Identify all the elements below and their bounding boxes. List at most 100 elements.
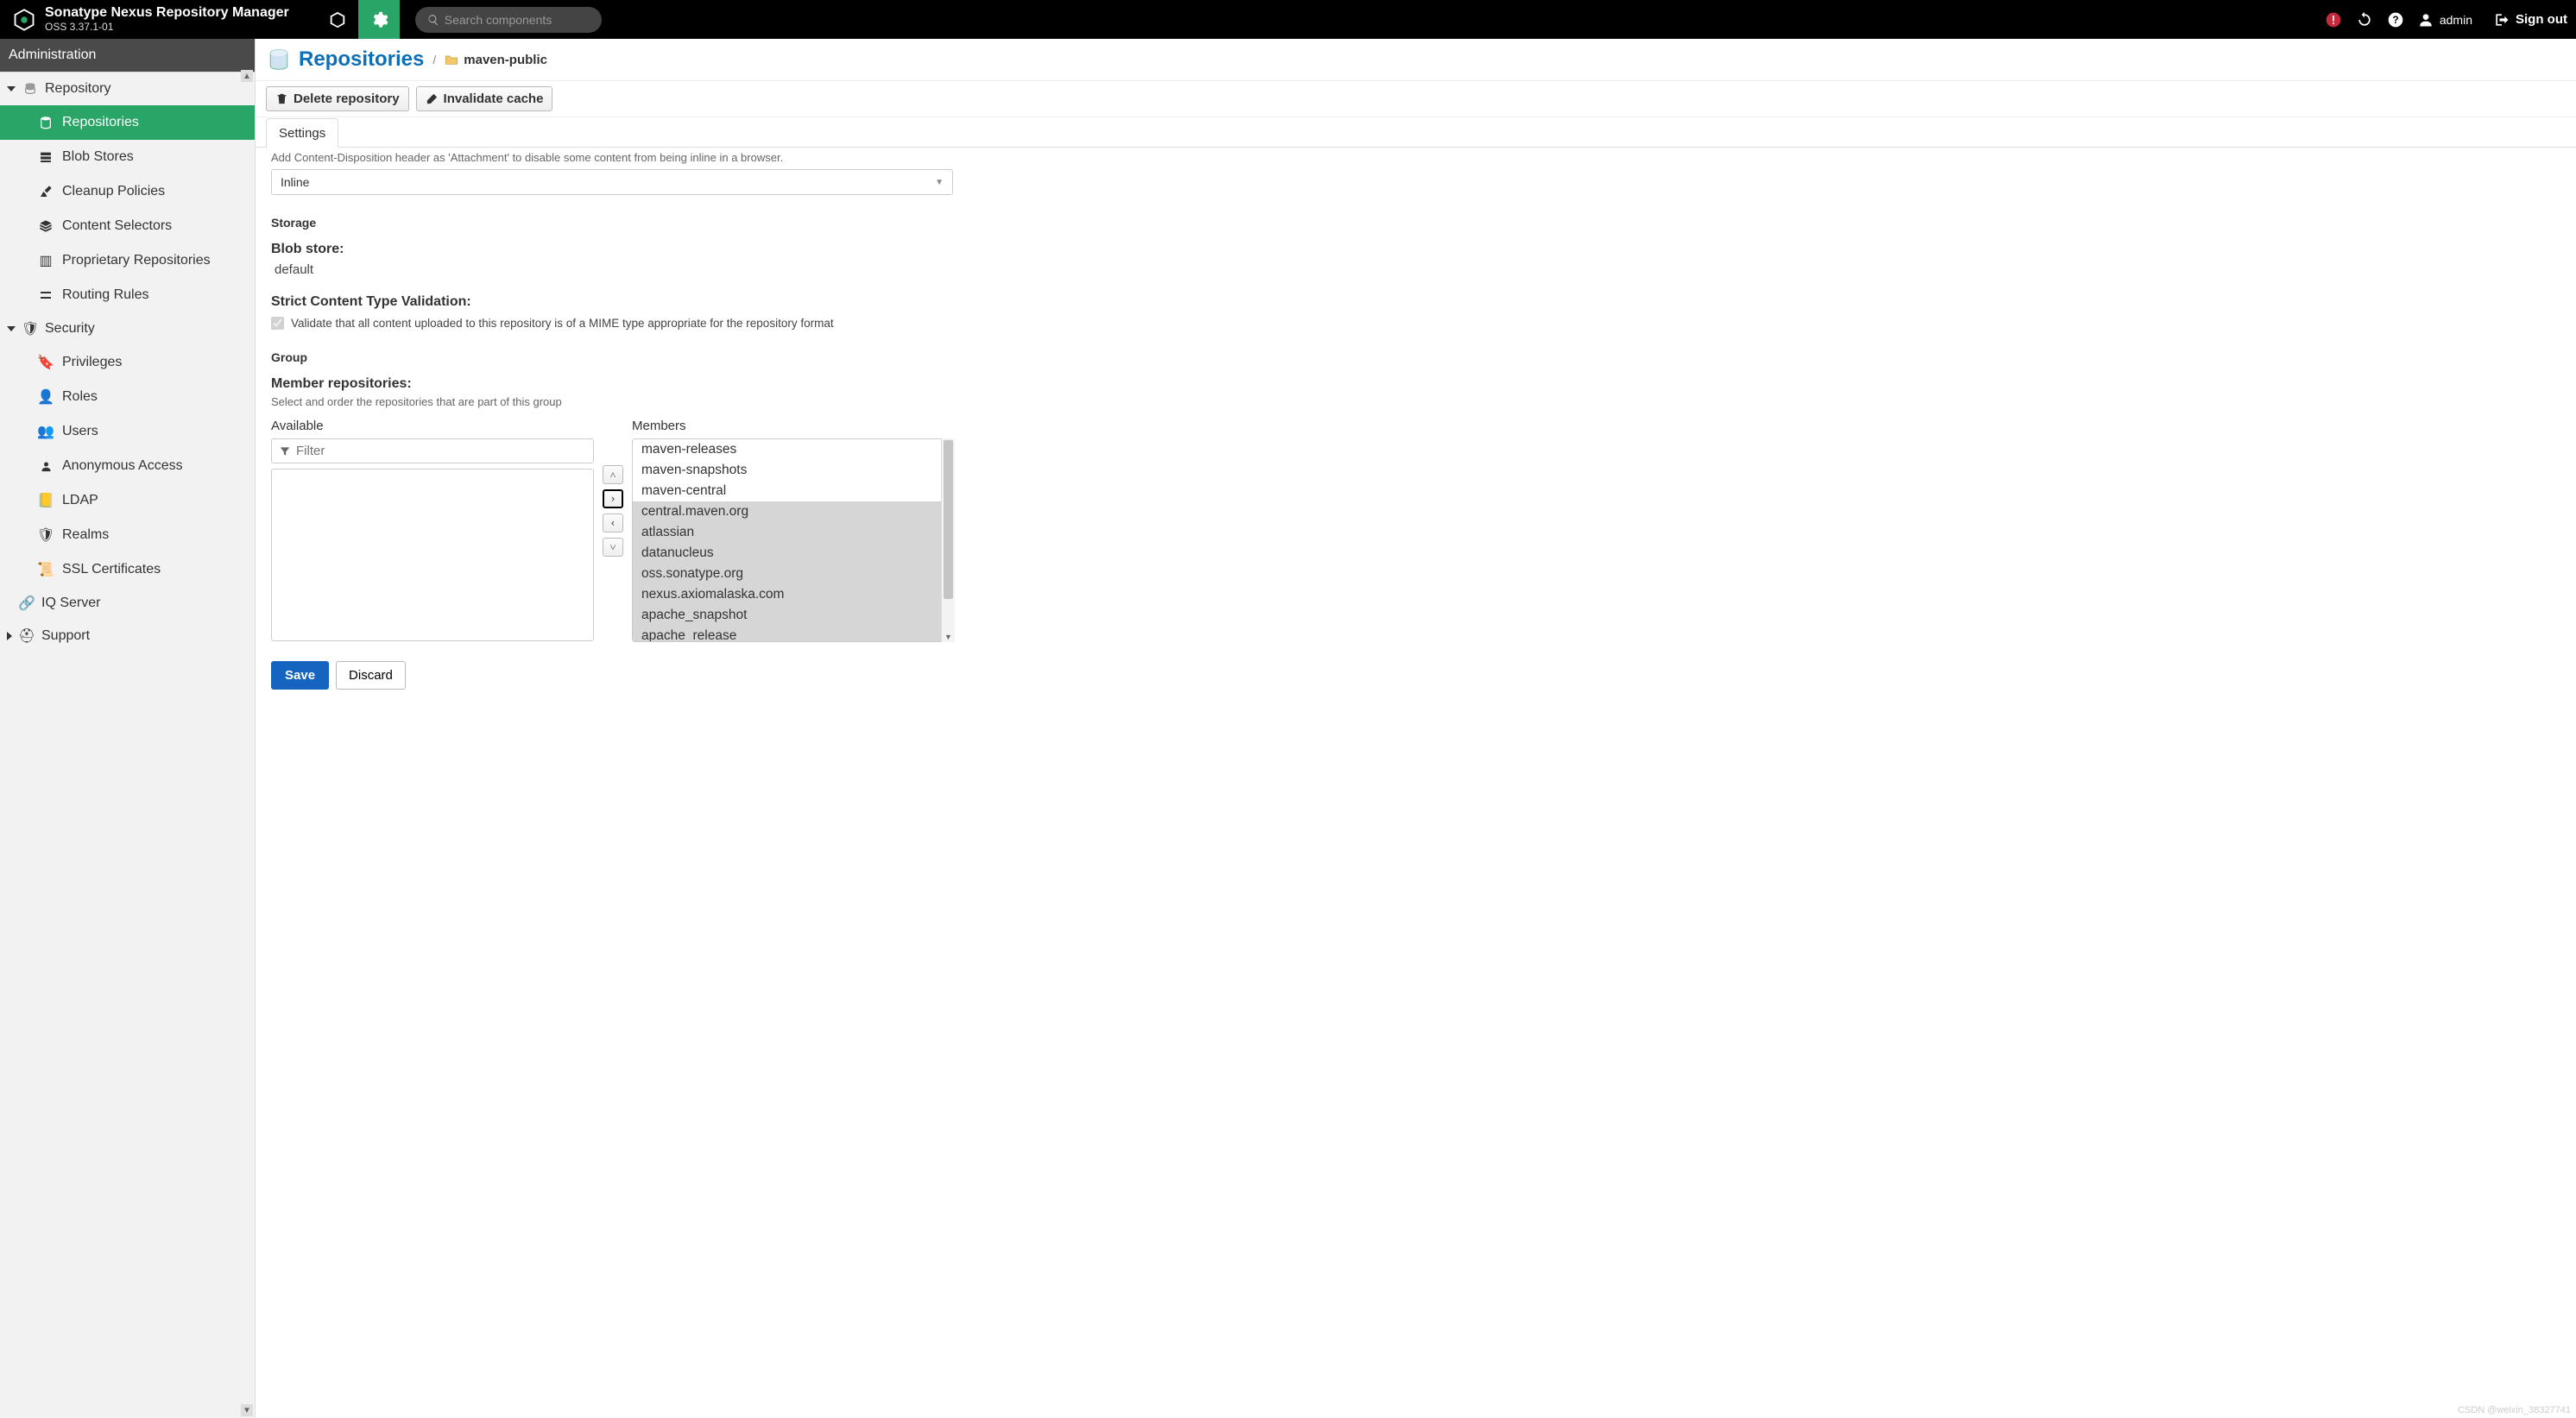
sidebar-item-routing-rules[interactable]: Routing Rules xyxy=(0,278,255,312)
user-icon xyxy=(38,458,54,474)
main-panel: Repositories / maven-public Delete repos… xyxy=(256,39,2576,1418)
sidebar-item-label: Privileges xyxy=(62,355,122,370)
watermark: CSDN @weixin_38327741 xyxy=(2458,1405,2571,1415)
strict-validation-checkbox[interactable] xyxy=(271,317,284,330)
signout-button[interactable]: Sign out xyxy=(2493,11,2567,28)
signout-label: Sign out xyxy=(2516,12,2567,27)
sidebar-item-anonymous[interactable]: Anonymous Access xyxy=(0,449,255,483)
members-list-item[interactable]: maven-snapshots xyxy=(633,460,954,481)
sidebar-item-label: Blob Stores xyxy=(62,149,134,165)
book-icon: 📒 xyxy=(38,493,54,508)
caret-down-icon xyxy=(7,86,16,91)
remove-from-members-button[interactable]: ‹ xyxy=(603,514,623,533)
members-list-item[interactable]: maven-central xyxy=(633,481,954,501)
people-icon: 👥 xyxy=(38,424,54,439)
sidebar-item-privileges[interactable]: 🔖 Privileges xyxy=(0,345,255,380)
sidebar-item-content-selectors[interactable]: Content Selectors xyxy=(0,209,255,243)
sidebar-item-label: Cleanup Policies xyxy=(62,184,165,199)
invalidate-cache-button[interactable]: Invalidate cache xyxy=(416,86,553,111)
members-list-item[interactable]: atlassian xyxy=(633,522,954,543)
iq-icon: 🔗 xyxy=(19,596,35,611)
move-up-button[interactable]: ˄ xyxy=(603,465,623,484)
search-box[interactable] xyxy=(415,7,602,33)
available-filter[interactable] xyxy=(271,438,594,463)
sidebar-item-label: Content Selectors xyxy=(62,218,172,234)
sidebar-scroll-up[interactable]: ▲ xyxy=(241,70,253,82)
breadcrumb-root[interactable]: Repositories xyxy=(299,47,424,72)
sidebar-item-label: IQ Server xyxy=(41,596,100,611)
database-icon xyxy=(38,115,54,130)
section-group: Group xyxy=(271,350,2560,364)
sidebar-scroll-down[interactable]: ▼ xyxy=(241,1404,253,1416)
sidebar-title: Administration xyxy=(0,39,255,72)
svg-text:?: ? xyxy=(2392,15,2398,26)
members-list-item[interactable]: datanucleus xyxy=(633,543,954,564)
move-down-button[interactable]: ˅ xyxy=(603,538,623,557)
database-icon xyxy=(268,48,290,71)
sidebar-item-ldap[interactable]: 📒LDAP xyxy=(0,483,255,518)
members-list-item[interactable]: apache_snapshot xyxy=(633,605,954,626)
member-repos-help: Select and order the repositories that a… xyxy=(271,395,2560,408)
members-list-item[interactable]: oss.sonatype.org xyxy=(633,564,954,584)
breadcrumb: Repositories / maven-public xyxy=(256,39,2576,81)
content-disposition-select[interactable]: Inline ▼ xyxy=(271,169,953,195)
sidebar-item-cleanup-policies[interactable]: Cleanup Policies xyxy=(0,174,255,209)
available-list[interactable] xyxy=(271,469,594,641)
sidebar-group-label: Repository xyxy=(45,81,110,97)
sidebar-item-repositories[interactable]: Repositories xyxy=(0,105,255,140)
strict-validation-help: Validate that all content uploaded to th… xyxy=(291,317,834,330)
admin-sidebar: Administration ▲ Repository Repositories… xyxy=(0,39,256,1418)
broom-icon xyxy=(38,184,54,199)
user-menu[interactable]: admin xyxy=(2417,11,2472,28)
search-input[interactable] xyxy=(445,13,583,27)
chevron-down-icon: ▼ xyxy=(935,178,944,187)
members-list-item[interactable]: nexus.axiomalaska.com xyxy=(633,584,954,605)
trash-icon xyxy=(275,92,288,105)
add-to-members-button[interactable]: › xyxy=(603,489,623,508)
sidebar-item-label: Realms xyxy=(62,527,109,543)
sidebar-item-blob-stores[interactable]: Blob Stores xyxy=(0,140,255,174)
layers-icon xyxy=(38,218,54,234)
admin-mode-button[interactable] xyxy=(358,0,400,39)
server-icon xyxy=(38,149,54,165)
available-title: Available xyxy=(271,419,594,433)
sidebar-group-label: Support xyxy=(41,628,90,644)
sidebar-group-repository[interactable]: Repository xyxy=(0,72,255,105)
help-button[interactable]: ? xyxy=(2386,10,2405,29)
breadcrumb-current: maven-public xyxy=(445,53,547,67)
member-repos-picker: Available ˄ › ‹ ˅ Members maven- xyxy=(271,419,955,642)
sidebar-item-users[interactable]: 👥Users xyxy=(0,414,255,449)
delete-repository-button[interactable]: Delete repository xyxy=(266,86,409,111)
members-list[interactable]: maven-releasesmaven-snapshotsmaven-centr… xyxy=(632,438,955,642)
lifebuoy-icon: ⛑ xyxy=(19,628,35,644)
tab-settings[interactable]: Settings xyxy=(266,118,338,148)
available-filter-input[interactable] xyxy=(296,444,586,458)
filter-icon xyxy=(279,445,291,457)
members-scrollbar[interactable]: ▼ xyxy=(941,438,955,642)
blocks-icon: ▥ xyxy=(38,253,54,268)
brand-block: Sonatype Nexus Repository Manager OSS 3.… xyxy=(45,5,289,33)
discard-button[interactable]: Discard xyxy=(336,661,406,690)
save-button[interactable]: Save xyxy=(271,661,329,690)
sidebar-item-ssl[interactable]: 📜SSL Certificates xyxy=(0,552,255,587)
health-alert-button[interactable] xyxy=(2324,10,2343,29)
alert-circle-icon xyxy=(2325,11,2342,28)
brand-version: OSS 3.37.1-01 xyxy=(45,22,289,34)
sidebar-item-iq-server[interactable]: 🔗 IQ Server xyxy=(0,587,255,620)
members-list-item[interactable]: central.maven.org xyxy=(633,501,954,522)
sidebar-group-security[interactable]: 🛡 Security xyxy=(0,312,255,345)
refresh-icon xyxy=(2356,11,2373,28)
members-list-item[interactable]: maven-releases xyxy=(633,439,954,460)
tabs: Settings xyxy=(256,117,2576,148)
refresh-button[interactable] xyxy=(2355,10,2374,29)
search-icon xyxy=(427,14,439,26)
content-disposition-help: Add Content-Disposition header as 'Attac… xyxy=(271,151,2560,164)
browse-mode-button[interactable] xyxy=(317,0,358,39)
sidebar-item-proprietary[interactable]: ▥ Proprietary Repositories xyxy=(0,243,255,278)
sidebar-item-realms[interactable]: 🛡Realms xyxy=(0,518,255,552)
sidebar-item-roles[interactable]: 👤Roles xyxy=(0,380,255,414)
members-list-item[interactable]: apache_release xyxy=(633,626,954,642)
user-label: admin xyxy=(2440,13,2472,27)
sidebar-group-support[interactable]: ⛑ Support xyxy=(0,620,255,652)
badge-icon: 🔖 xyxy=(38,355,54,370)
